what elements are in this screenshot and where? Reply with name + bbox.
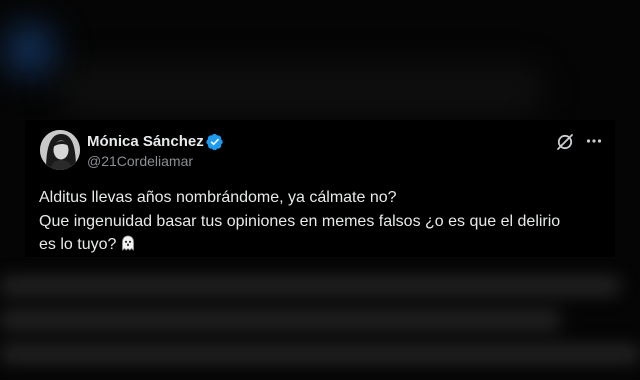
author-handle[interactable]: @21Cordeliamar xyxy=(87,153,193,169)
ghost-icon xyxy=(122,235,135,251)
tweet-text: Alditus llevas años nombrándome, ya cálm… xyxy=(39,186,609,257)
grok-icon[interactable] xyxy=(555,132,575,152)
tweet-card: Mónica Sánchez @21Cordeliamar Alditus ll… xyxy=(25,120,615,257)
tweet-text-line-content: es lo tuyo? xyxy=(39,236,117,253)
avatar[interactable] xyxy=(40,130,80,170)
verified-badge-icon xyxy=(206,133,223,151)
background-blurred-text xyxy=(0,270,640,380)
background-blur-top xyxy=(60,70,540,110)
tweet-text-line: Alditus llevas años nombrándome, ya cálm… xyxy=(39,189,397,206)
more-options-icon[interactable] xyxy=(586,137,602,145)
tweet-text-line: es lo tuyo? xyxy=(39,233,609,257)
author-name[interactable]: Mónica Sánchez xyxy=(87,133,204,150)
tweet-text-line: Que ingenuidad basar tus opiniones en me… xyxy=(39,212,561,230)
